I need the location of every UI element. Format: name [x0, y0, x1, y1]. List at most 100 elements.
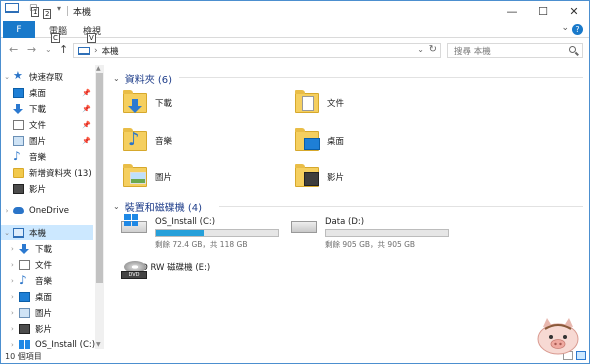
computer-icon [13, 227, 24, 238]
navigation-bar: ← → ⌄ ↑ › 本機 ⌄ ↻ 搜尋 本機 [1, 39, 589, 61]
properties-icon[interactable]: ▢ [29, 3, 38, 13]
devices-group-header[interactable]: ⌄ 裝置和磁碟機 (4) [113, 199, 202, 214]
content-area: ⌄ 資料夾 (6) 下載 文件 ♪ 音樂 桌面 圖片 影片 ⌄ 裝置和磁碟機 (… [109, 65, 587, 349]
nav-pc-os-drive[interactable]: › OS_Install (C:) [1, 337, 95, 349]
nav-item-new-folder[interactable]: 新增資料夾 (13) [1, 165, 93, 180]
nav-item-downloads[interactable]: 下載 📌 [1, 101, 93, 116]
nav-label: 桌面 [35, 292, 53, 303]
nav-pc-documents[interactable]: › 文件 [1, 257, 93, 272]
nav-label: 新增資料夾 (13) [29, 168, 92, 179]
help-icon[interactable]: ? [572, 24, 583, 35]
nav-pc-desktop[interactable]: › 桌面 [1, 289, 93, 304]
expand-icon[interactable]: › [1, 207, 13, 215]
address-path[interactable]: 本機 [102, 45, 119, 57]
nav-label: 快速存取 [29, 72, 64, 83]
collapse-icon[interactable]: ⌄ [113, 74, 120, 83]
nav-item-desktop[interactable]: 桌面 📌 [1, 85, 93, 100]
group-title: 裝置和磁碟機 (4) [124, 203, 203, 214]
ribbon: F 電腦 C 檢視 V ⌄ ? [1, 21, 589, 43]
nav-label: 圖片 [29, 136, 47, 147]
computer-icon [5, 3, 19, 13]
video-icon [13, 183, 24, 194]
nav-this-pc[interactable]: ⌄ 本機 [1, 225, 93, 240]
expand-icon[interactable]: › [1, 245, 14, 253]
nav-label: 桌面 [29, 88, 47, 99]
folder-documents[interactable]: 文件 [295, 90, 344, 113]
nav-label: 圖片 [35, 308, 53, 319]
download-icon [19, 243, 30, 254]
customize-qat-icon[interactable]: ▾ [57, 4, 61, 13]
nav-label: 影片 [35, 324, 53, 335]
close-button[interactable]: ✕ [559, 1, 589, 21]
scrollbar-thumb[interactable] [96, 73, 103, 283]
nav-onedrive[interactable]: › OneDrive [1, 203, 93, 218]
drive-usage-bar [155, 229, 279, 237]
nav-quick-access[interactable]: ⌄ 快速存取 [1, 69, 93, 84]
drive-usage-fill [156, 230, 204, 236]
forward-button[interactable]: → [27, 43, 36, 56]
group-divider [219, 206, 583, 207]
download-icon [13, 103, 24, 114]
expand-icon[interactable]: › [1, 293, 14, 301]
address-dropdown-icon[interactable]: ⌄ [417, 45, 424, 54]
explorer-window: 1 2 ▢ ▾ 本機 — ☐ ✕ F 電腦 C 檢視 V ⌄ ? ← → ⌄ ↑… [0, 0, 590, 364]
nav-pc-videos[interactable]: › 影片 [1, 321, 93, 336]
refresh-icon[interactable]: ↻ [429, 44, 437, 55]
minimize-button[interactable]: — [497, 1, 527, 21]
drive-e[interactable]: DVD DVD RW 磁碟機 (E:) [121, 261, 210, 279]
navigation-pane: ⌄ 快速存取 桌面 📌 下載 📌 文件 📌 圖片 📌 音樂 [1, 65, 105, 349]
recent-locations-button[interactable]: ⌄ [45, 45, 52, 54]
address-separator[interactable]: › [94, 46, 98, 56]
up-button[interactable]: ↑ [59, 43, 68, 56]
pin-icon[interactable]: 📌 [82, 105, 91, 113]
music-icon [13, 149, 24, 163]
search-icon [569, 46, 576, 53]
folder-pictures[interactable]: 圖片 [123, 164, 172, 187]
nav-item-documents[interactable]: 文件 📌 [1, 117, 93, 132]
collapse-icon[interactable]: ⌄ [1, 73, 13, 81]
maximize-button[interactable]: ☐ [528, 1, 558, 21]
folder-label: 音樂 [155, 137, 173, 147]
hard-drive-icon [291, 221, 317, 233]
expand-ribbon-icon[interactable]: ⌄ [561, 23, 569, 33]
nav-label: 文件 [35, 260, 53, 271]
folder-music[interactable]: ♪ 音樂 [123, 128, 173, 151]
nav-label: 文件 [29, 120, 47, 131]
expand-icon[interactable]: › [1, 309, 14, 317]
collapse-icon[interactable]: ⌄ [113, 202, 120, 211]
search-placeholder[interactable]: 搜尋 本機 [454, 45, 491, 57]
desktop-folder-icon [295, 128, 320, 151]
pin-icon[interactable]: 📌 [82, 89, 91, 97]
drive-usage-bar [325, 229, 449, 237]
search-box[interactable]: 搜尋 本機 [447, 43, 583, 58]
folder-downloads[interactable]: 下載 [123, 90, 172, 113]
tab-file[interactable]: F [3, 21, 35, 38]
folder-videos[interactable]: 影片 [295, 164, 344, 187]
back-button[interactable]: ← [9, 43, 18, 56]
nav-pc-pictures[interactable]: › 圖片 [1, 305, 93, 320]
nav-scrollbar[interactable]: ▲ ▼ [95, 65, 104, 349]
scroll-up-icon[interactable]: ▲ [96, 65, 101, 72]
pin-icon[interactable]: 📌 [82, 121, 91, 129]
nav-item-music[interactable]: 音樂 [1, 149, 93, 164]
folders-group-header[interactable]: ⌄ 資料夾 (6) [113, 71, 172, 86]
quick-access-toolbar [5, 3, 19, 13]
nav-item-pictures[interactable]: 圖片 📌 [1, 133, 93, 148]
expand-icon[interactable]: › [1, 325, 14, 333]
drive-c[interactable]: OS_Install (C:) 剩餘 72.4 GB，共 118 GB [121, 214, 279, 250]
pin-icon[interactable]: 📌 [82, 137, 91, 145]
documents-folder-icon [295, 90, 319, 113]
drive-name: OS_Install (C:) [155, 217, 216, 227]
nav-pc-downloads[interactable]: › 下載 [1, 241, 93, 256]
expand-icon[interactable]: › [1, 341, 14, 349]
expand-icon[interactable]: › [1, 261, 14, 269]
folder-desktop[interactable]: 桌面 [295, 128, 344, 151]
nav-pc-music[interactable]: › 音樂 [1, 273, 93, 288]
scroll-down-icon[interactable]: ▼ [96, 341, 101, 348]
expand-icon[interactable]: › [1, 277, 14, 285]
nav-item-videos[interactable]: 影片 [1, 181, 93, 196]
desktop-icon [13, 87, 24, 98]
address-bar[interactable]: › 本機 ⌄ ↻ [73, 43, 441, 58]
drive-d[interactable]: Data (D:) 剩餘 905 GB，共 905 GB [291, 217, 449, 250]
collapse-icon[interactable]: ⌄ [1, 229, 13, 237]
